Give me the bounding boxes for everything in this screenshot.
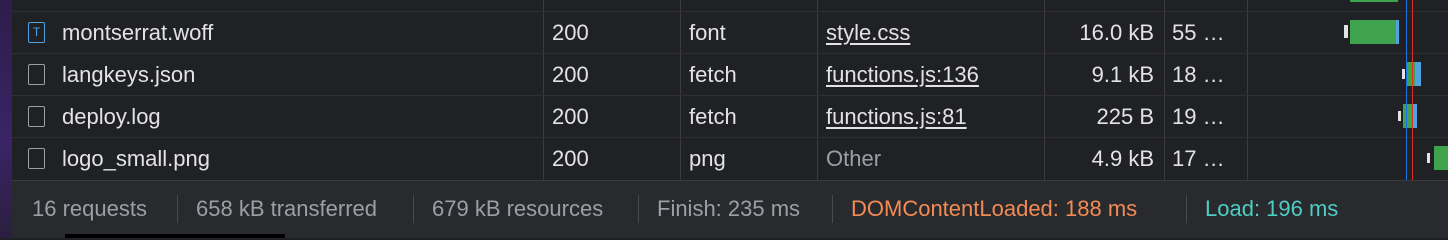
request-initiator-link[interactable]: functions.js:136 bbox=[826, 54, 1036, 96]
request-status: 200 bbox=[552, 146, 589, 171]
request-time: 17 … bbox=[1172, 146, 1225, 171]
request-type: fetch bbox=[689, 104, 737, 129]
font-file-icon: T bbox=[28, 22, 45, 43]
table-row-partial[interactable] bbox=[12, 0, 1448, 2]
waterfall-queue bbox=[1402, 69, 1405, 79]
request-size: 16.0 kB bbox=[1079, 20, 1154, 45]
request-initiator-link[interactable]: style.css bbox=[826, 12, 1036, 54]
request-name[interactable]: langkeys.json bbox=[62, 54, 532, 96]
separator bbox=[638, 195, 639, 223]
request-name[interactable]: deploy.log bbox=[62, 96, 532, 138]
waterfall-bar bbox=[1350, 0, 1398, 2]
request-time: 19 … bbox=[1172, 104, 1225, 129]
waterfall-bar bbox=[1434, 146, 1448, 170]
window-left-edge bbox=[0, 0, 12, 238]
waterfall-download bbox=[1415, 62, 1421, 86]
table-row[interactable]: deploy.log 200 fetch functions.js:81 225… bbox=[12, 95, 1448, 138]
request-status: 200 bbox=[552, 20, 589, 45]
waterfall-bar bbox=[1350, 20, 1396, 44]
waterfall-queue bbox=[1398, 111, 1401, 121]
request-type: png bbox=[689, 146, 726, 171]
load-time: Load: 196 ms bbox=[1205, 196, 1339, 221]
separator bbox=[832, 195, 833, 223]
table-row[interactable]: langkeys.json 200 fetch functions.js:136… bbox=[12, 53, 1448, 96]
requests-count: 16 requests bbox=[32, 196, 147, 221]
document-icon bbox=[28, 106, 45, 127]
transferred-size: 658 kB transferred bbox=[196, 196, 377, 221]
request-type: font bbox=[689, 20, 726, 45]
request-status: 200 bbox=[552, 62, 589, 87]
request-table: T montserrat.woff 200 font style.css 16.… bbox=[12, 0, 1448, 180]
waterfall-download bbox=[1396, 20, 1399, 44]
request-initiator-link[interactable]: functions.js:81 bbox=[826, 96, 1036, 138]
waterfall-queue bbox=[1427, 153, 1430, 163]
finish-time: Finish: 235 ms bbox=[657, 196, 801, 221]
request-status: 200 bbox=[552, 104, 589, 129]
waterfall-queue bbox=[1344, 25, 1348, 38]
network-panel: T montserrat.woff 200 font style.css 16.… bbox=[12, 0, 1448, 238]
request-initiator: Other bbox=[826, 146, 882, 171]
separator bbox=[1186, 195, 1187, 223]
waterfall-download bbox=[1413, 104, 1417, 128]
waterfall-bar bbox=[1407, 62, 1415, 86]
status-bar: 16 requests 658 kB transferred 679 kB re… bbox=[12, 180, 1448, 238]
load-event-line bbox=[1412, 0, 1413, 180]
request-size: 225 B bbox=[1096, 104, 1155, 129]
separator bbox=[177, 195, 178, 223]
request-size: 9.1 kB bbox=[1091, 62, 1154, 87]
resources-size: 679 kB resources bbox=[432, 196, 604, 221]
request-time: 55 … bbox=[1172, 20, 1225, 45]
table-row[interactable]: T montserrat.woff 200 font style.css 16.… bbox=[12, 11, 1448, 54]
window-edge bbox=[65, 234, 285, 238]
dom-content-loaded-line bbox=[1406, 0, 1407, 180]
document-icon bbox=[28, 148, 45, 169]
request-type: fetch bbox=[689, 62, 737, 87]
request-size: 4.9 kB bbox=[1091, 146, 1154, 171]
request-name[interactable]: montserrat.woff bbox=[62, 12, 532, 54]
dom-content-loaded-time: DOMContentLoaded: 188 ms bbox=[851, 196, 1138, 221]
document-icon bbox=[28, 64, 45, 85]
separator bbox=[413, 195, 414, 223]
request-name[interactable]: logo_small.png bbox=[62, 138, 532, 180]
table-row[interactable]: logo_small.png 200 png Other 4.9 kB 17 … bbox=[12, 137, 1448, 180]
request-time: 18 … bbox=[1172, 62, 1225, 87]
